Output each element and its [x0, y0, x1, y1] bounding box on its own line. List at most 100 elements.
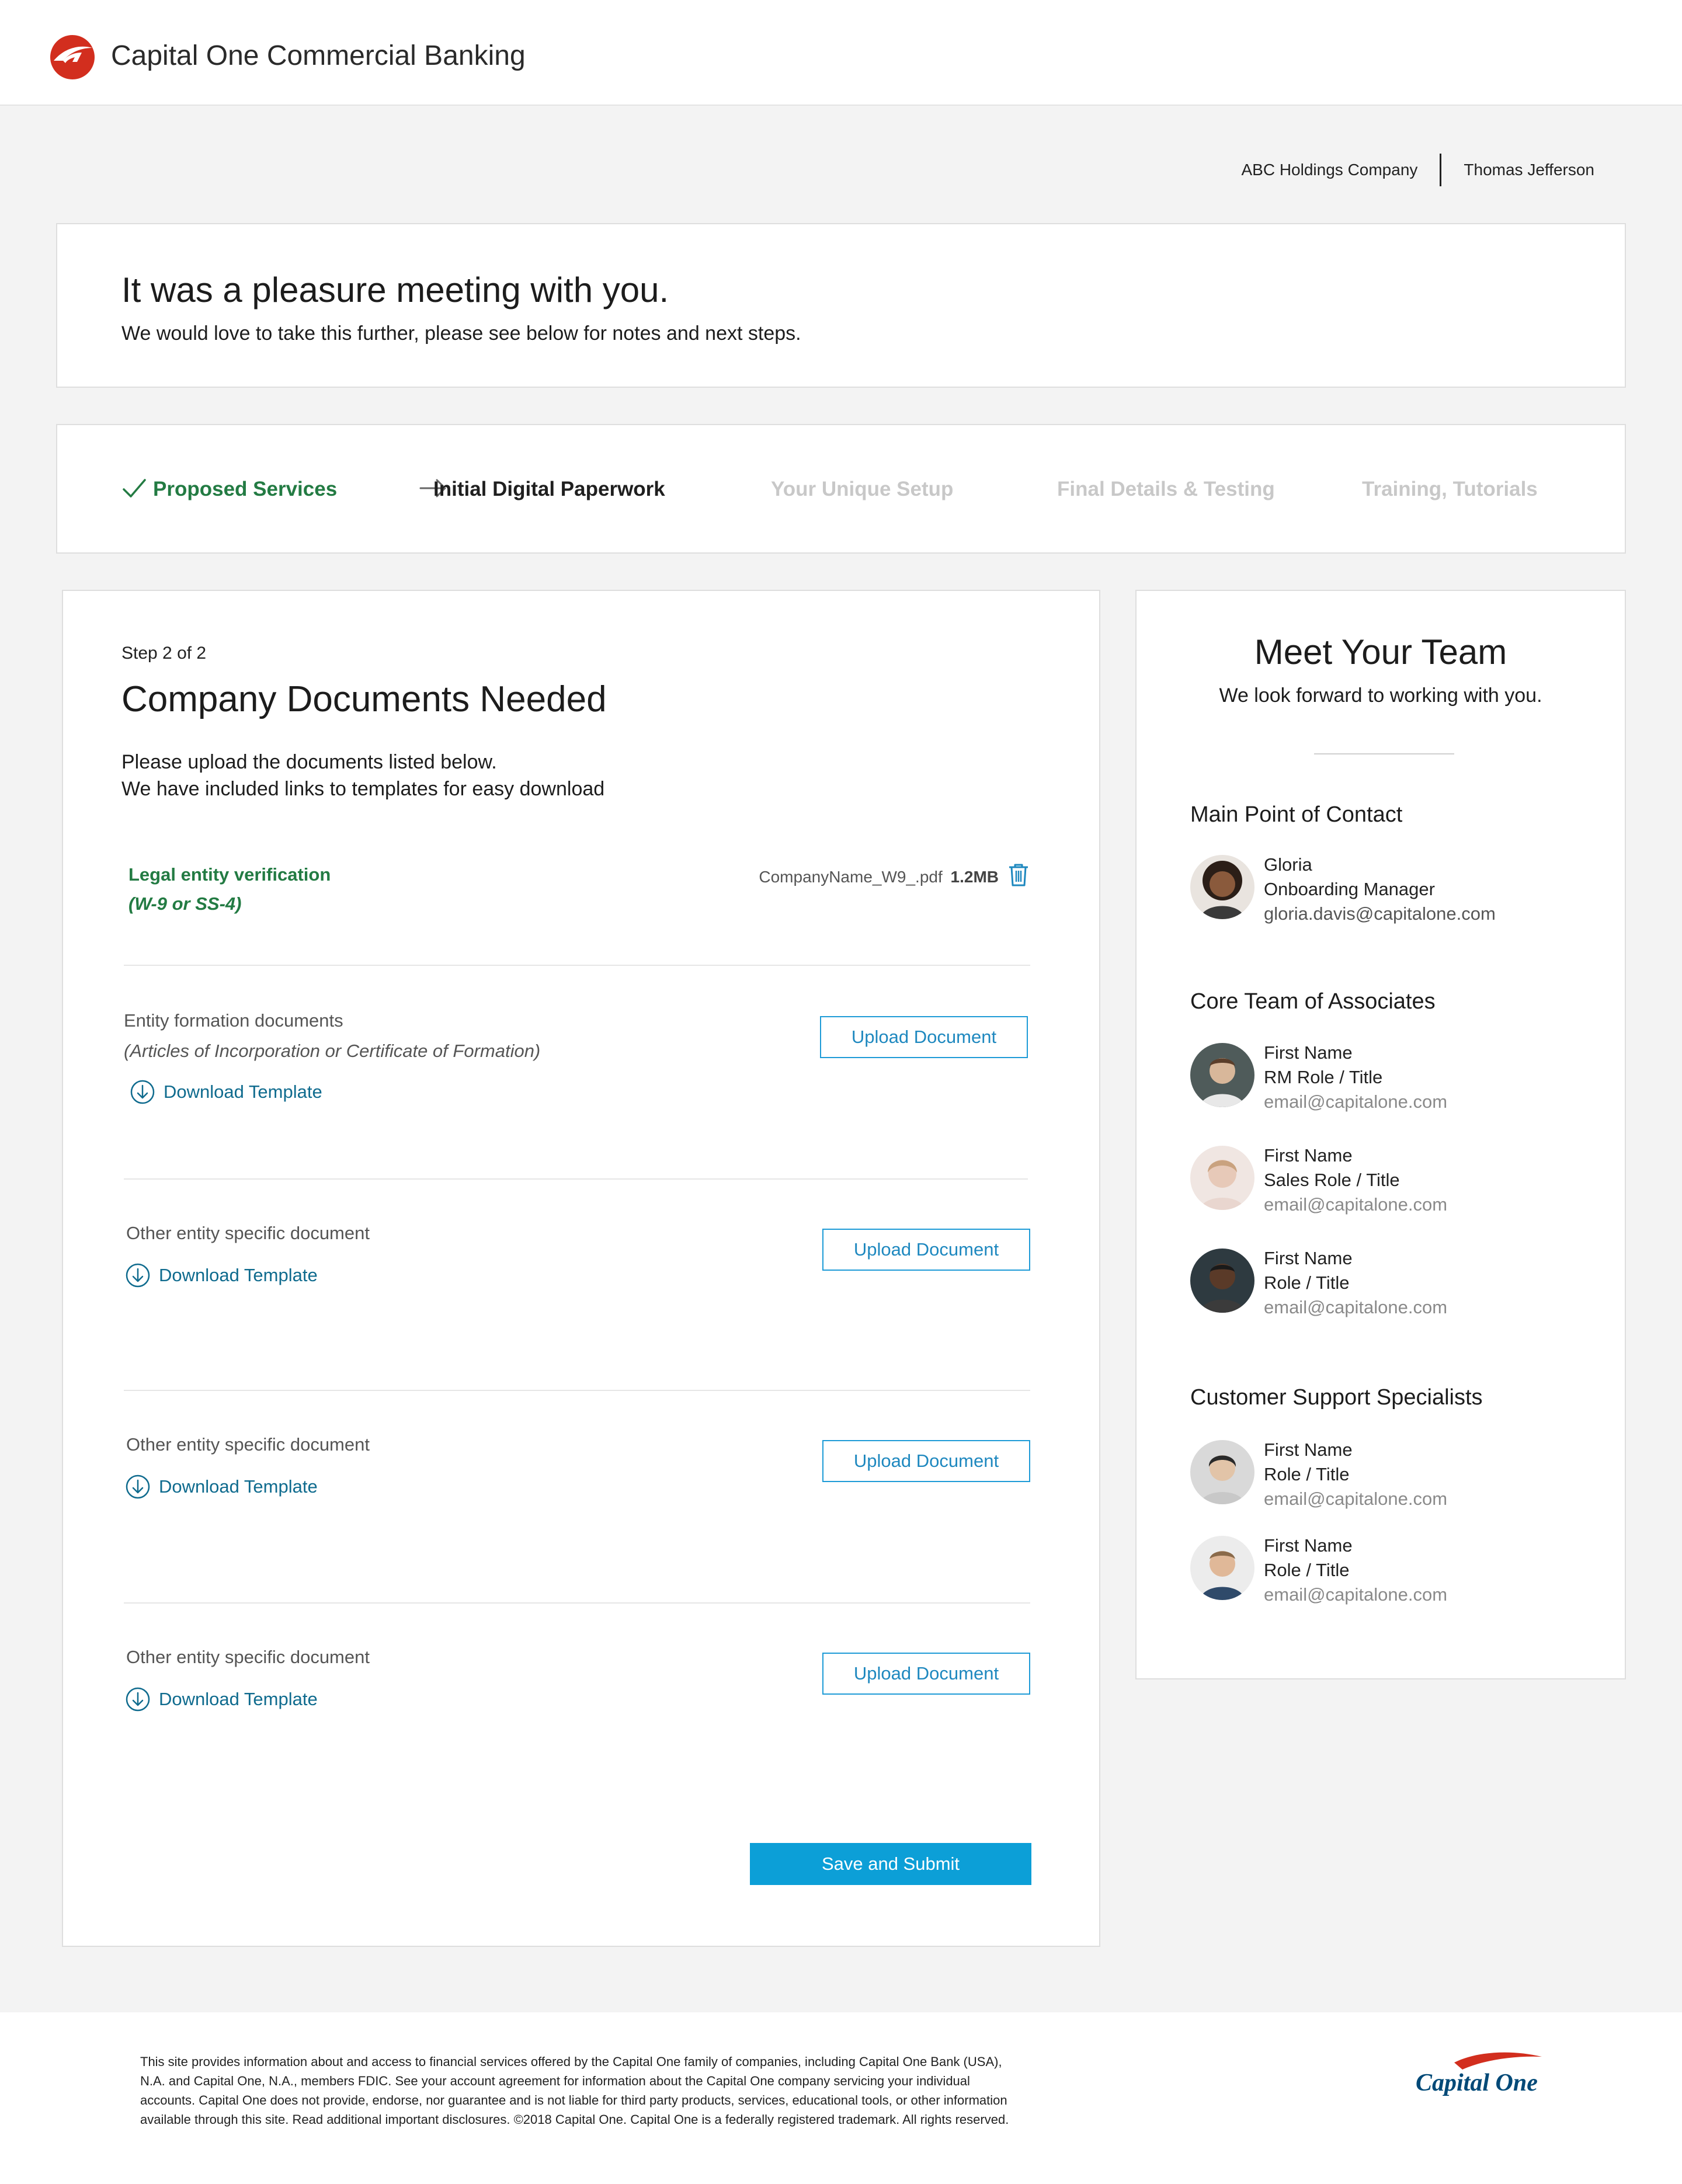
team-member-name: First Name	[1264, 1535, 1353, 1556]
team-member-info: First Name RM Role / Title email@capital…	[1264, 1041, 1447, 1114]
checkmark-icon	[123, 479, 146, 498]
divider	[124, 1602, 1030, 1604]
avatar	[1190, 1146, 1254, 1210]
team-title: Meet Your Team	[1254, 632, 1507, 672]
uploaded-file-name[interactable]: CompanyName_W9_.pdf	[759, 868, 942, 886]
download-template-link[interactable]: Download Template	[125, 1686, 318, 1712]
person-avatar-icon	[1190, 1043, 1254, 1107]
save-and-submit-button[interactable]: Save and Submit	[750, 1843, 1031, 1885]
download-template-label: Download Template	[164, 1081, 322, 1102]
person-avatar-icon	[1190, 1146, 1254, 1210]
welcome-subtitle: We would love to take this further, plea…	[121, 322, 801, 345]
person-avatar-icon	[1190, 1536, 1254, 1600]
divider	[124, 1178, 1028, 1180]
uploaded-doc-subtitle: (W-9 or SS-4)	[128, 893, 242, 914]
team-member-name: First Name	[1264, 1042, 1353, 1063]
capital-one-footer-logo[interactable]: Capital One	[1413, 2046, 1545, 2105]
documents-card: Step 2 of 2 Company Documents Needed Ple…	[62, 590, 1100, 1947]
footer-logo-text: Capital One	[1416, 2070, 1538, 2096]
documents-intro: Please upload the documents listed below…	[121, 749, 604, 802]
download-icon	[130, 1080, 155, 1104]
team-member-role: Role / Title	[1264, 1464, 1350, 1484]
team-member-email[interactable]: gloria.davis@capitalone.com	[1264, 902, 1496, 926]
footer: This site provides information about and…	[0, 2012, 1682, 2184]
download-template-label: Download Template	[159, 1265, 318, 1285]
avatar	[1190, 855, 1254, 919]
welcome-title: It was a pleasure meeting with you.	[121, 270, 669, 309]
team-member-email[interactable]: email@capitalone.com	[1264, 1583, 1447, 1607]
progress-step-your-unique-setup: Your Unique Setup	[771, 478, 954, 500]
upload-document-button[interactable]: Upload Document	[822, 1653, 1030, 1695]
company-name[interactable]: ABC Holdings Company	[1241, 161, 1440, 179]
avatar	[1190, 1536, 1254, 1600]
doc-item-title: Other entity specific document	[126, 1223, 370, 1243]
team-member-name: First Name	[1264, 1439, 1353, 1460]
documents-intro-line2: We have included links to templates for …	[121, 778, 605, 800]
divider	[124, 965, 1030, 966]
upload-document-button[interactable]: Upload Document	[822, 1440, 1030, 1482]
team-member-info: Gloria Onboarding Manager gloria.davis@c…	[1264, 853, 1496, 926]
uploaded-file: CompanyName_W9_.pdf 1.2MB	[759, 868, 999, 886]
progress-step-proposed-services[interactable]: Proposed Services	[153, 478, 337, 501]
capital-one-logo-icon[interactable]	[50, 35, 95, 79]
download-template-link[interactable]: Download Template	[130, 1079, 322, 1105]
person-avatar-icon	[1190, 1249, 1254, 1313]
footer-disclaimer: This site provides information about and…	[140, 2054, 1009, 2127]
team-member-info: First Name Role / Title email@capitalone…	[1264, 1438, 1447, 1511]
uploaded-doc-title: Legal entity verification	[128, 864, 331, 885]
team-member-role: RM Role / Title	[1264, 1067, 1383, 1087]
team-member-info: First Name Sales Role / Title email@capi…	[1264, 1143, 1447, 1217]
progress-tracker: Proposed Services Initial Digital Paperw…	[56, 424, 1626, 554]
person-avatar-icon	[1190, 855, 1254, 919]
welcome-card: It was a pleasure meeting with you. We w…	[56, 223, 1626, 388]
step-indicator: Step 2 of 2	[121, 644, 207, 663]
download-icon	[126, 1687, 150, 1712]
doc-item-note: (Articles of Incorporation or Certificat…	[124, 1041, 541, 1061]
upload-document-button[interactable]: Upload Document	[822, 1229, 1030, 1271]
team-member-name: Gloria	[1264, 854, 1312, 875]
person-avatar-icon	[1190, 1440, 1254, 1504]
team-member-email[interactable]: email@capitalone.com	[1264, 1090, 1447, 1114]
uploaded-file-size: 1.2MB	[950, 868, 999, 886]
team-member-role: Sales Role / Title	[1264, 1170, 1400, 1190]
core-team-title: Core Team of Associates	[1190, 989, 1436, 1014]
progress-step-training-tutorials: Training, Tutorials	[1362, 478, 1538, 500]
main-contact-title: Main Point of Contact	[1190, 802, 1403, 827]
download-icon	[126, 1474, 150, 1499]
user-bar: ABC Holdings Company Thomas Jefferson	[1241, 153, 1594, 187]
team-tagline: We look forward to working with you.	[1219, 684, 1542, 707]
download-icon	[126, 1263, 150, 1288]
divider	[1314, 753, 1454, 754]
doc-item-title: Entity formation documents	[124, 1010, 343, 1031]
avatar	[1190, 1043, 1254, 1107]
team-card: Meet Your Team We look forward to workin…	[1135, 590, 1626, 1679]
user-name[interactable]: Thomas Jefferson	[1441, 161, 1594, 179]
documents-intro-line1: Please upload the documents listed below…	[121, 751, 497, 773]
brand-title: Capital One Commercial Banking	[111, 40, 526, 71]
trash-icon[interactable]	[1007, 862, 1030, 888]
avatar	[1190, 1249, 1254, 1313]
upload-document-button[interactable]: Upload Document	[820, 1016, 1028, 1058]
team-member-email[interactable]: email@capitalone.com	[1264, 1192, 1447, 1217]
progress-step-final-details-testing: Final Details & Testing	[1057, 478, 1275, 500]
team-member-email[interactable]: email@capitalone.com	[1264, 1487, 1447, 1511]
progress-step-initial-digital-paperwork[interactable]: Initial Digital Paperwork	[433, 478, 665, 501]
team-member-name: First Name	[1264, 1145, 1353, 1166]
team-member-role: Role / Title	[1264, 1560, 1350, 1580]
team-member-info: First Name Role / Title email@capitalone…	[1264, 1246, 1447, 1320]
download-template-label: Download Template	[159, 1476, 318, 1497]
documents-title: Company Documents Needed	[121, 679, 607, 719]
team-member-info: First Name Role / Title email@capitalone…	[1264, 1533, 1447, 1607]
download-template-link[interactable]: Download Template	[125, 1263, 318, 1288]
team-member-name: First Name	[1264, 1248, 1353, 1268]
support-team-title: Customer Support Specialists	[1190, 1385, 1483, 1410]
download-template-link[interactable]: Download Template	[125, 1474, 318, 1500]
doc-item-title: Other entity specific document	[126, 1434, 370, 1455]
doc-item-title: Other entity specific document	[126, 1647, 370, 1667]
team-member-email[interactable]: email@capitalone.com	[1264, 1295, 1447, 1320]
top-header: Capital One Commercial Banking	[0, 0, 1682, 106]
download-template-label: Download Template	[159, 1689, 318, 1709]
divider	[124, 1390, 1030, 1391]
avatar	[1190, 1440, 1254, 1504]
team-member-role: Onboarding Manager	[1264, 879, 1435, 899]
